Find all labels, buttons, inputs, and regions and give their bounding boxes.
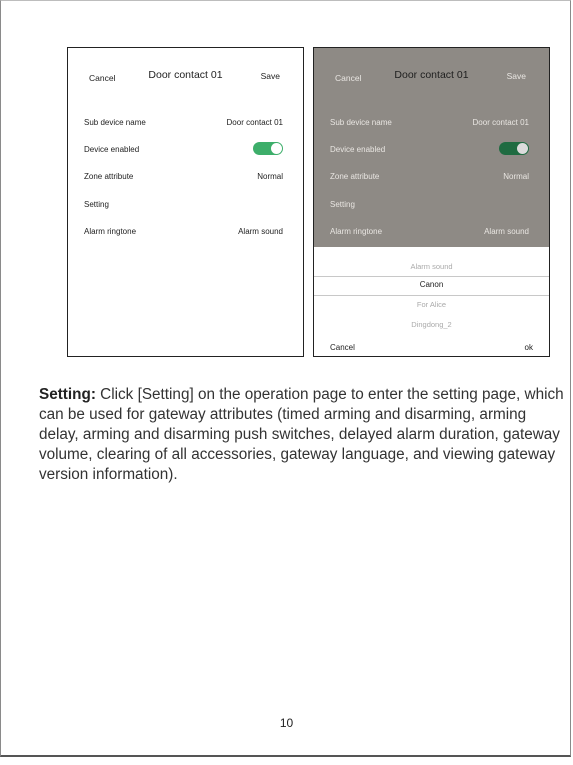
row-value: Normal: [503, 172, 529, 181]
toggle-knob: [271, 143, 282, 154]
ringtone-picker: Alarm sound Canon For Alice Dingdong_2 C…: [314, 247, 549, 356]
row-label: Setting: [330, 200, 355, 209]
save-button[interactable]: Save: [507, 71, 526, 81]
row-value: Door contact 01: [226, 118, 283, 127]
zone-attribute-row[interactable]: Zone attribute Normal: [84, 172, 283, 186]
row-label: Alarm ringtone: [330, 227, 383, 236]
picker-selection-line: [314, 295, 549, 296]
setting-description: Setting: Click [Setting] on the operatio…: [39, 385, 569, 485]
row-value: Normal: [257, 172, 283, 181]
sub-device-name-row: Sub device name Door contact 01: [330, 118, 529, 132]
device-enabled-toggle: [499, 142, 529, 155]
setting-row[interactable]: Setting: [84, 200, 283, 214]
right-header: Cancel Door contact 01 Save: [314, 48, 549, 98]
setting-row: Setting: [330, 200, 529, 214]
row-label: Zone attribute: [84, 172, 134, 181]
picker-selection-line: [314, 276, 549, 277]
right-ringtone-picker-screen: Cancel Door contact 01 Save Sub device n…: [313, 47, 550, 357]
sub-device-name-row[interactable]: Sub device name Door contact 01: [84, 118, 283, 132]
alarm-ringtone-row: Alarm ringtone Alarm sound: [330, 227, 529, 241]
picker-option[interactable]: For Alice: [314, 300, 549, 309]
device-enabled-toggle[interactable]: [253, 142, 283, 155]
alarm-ringtone-row[interactable]: Alarm ringtone Alarm sound: [84, 227, 283, 241]
dimmed-overlay: Cancel Door contact 01 Save Sub device n…: [314, 48, 549, 247]
row-label: Zone attribute: [330, 172, 380, 181]
row-label: Device enabled: [330, 145, 386, 154]
row-label: Alarm ringtone: [84, 227, 137, 236]
device-enabled-row: Device enabled: [330, 142, 529, 159]
row-label: Sub device name: [330, 118, 392, 127]
row-label: Sub device name: [84, 118, 146, 127]
picker-option[interactable]: Alarm sound: [314, 262, 549, 271]
description-text: Click [Setting] on the operation page to…: [39, 386, 564, 483]
row-value: Alarm sound: [484, 227, 529, 236]
row-value: Door contact 01: [472, 118, 529, 127]
picker-option-selected[interactable]: Canon: [314, 280, 549, 289]
zone-attribute-row: Zone attribute Normal: [330, 172, 529, 186]
row-label: Device enabled: [84, 145, 140, 154]
picker-cancel-button[interactable]: Cancel: [330, 343, 355, 352]
device-enabled-row: Device enabled: [84, 142, 283, 159]
left-settings-screen: Cancel Door contact 01 Save Sub device n…: [67, 47, 304, 357]
page-number: 10: [279, 716, 294, 730]
toggle-knob: [517, 143, 528, 154]
left-header: Cancel Door contact 01 Save: [68, 48, 303, 98]
row-value: Alarm sound: [238, 227, 283, 236]
picker-ok-button[interactable]: ok: [525, 343, 533, 352]
row-label: Setting: [84, 200, 109, 209]
save-button[interactable]: Save: [261, 71, 280, 81]
picker-option[interactable]: Dingdong_2: [314, 320, 549, 329]
description-lead: Setting:: [39, 386, 96, 403]
